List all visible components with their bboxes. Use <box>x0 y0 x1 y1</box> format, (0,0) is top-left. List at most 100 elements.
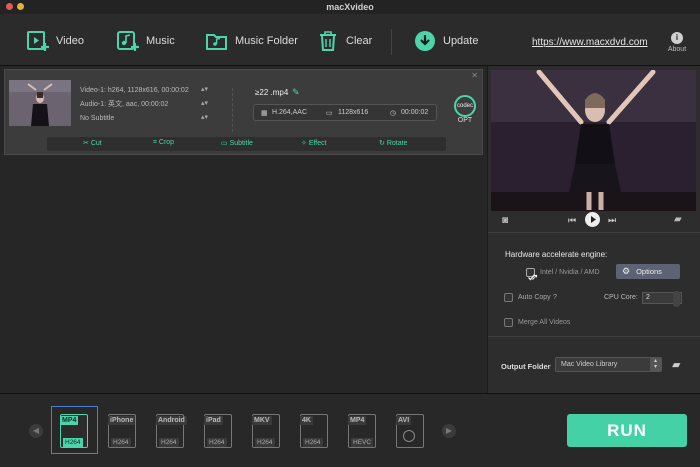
subtitle-track-stepper[interactable]: ▴▾ <box>201 113 208 121</box>
file-item[interactable]: ✕ Video-1: h264, 1128x616, 00:00:02 Audi… <box>4 69 483 155</box>
preview-divider <box>488 232 700 233</box>
audio-track-info: Audio-1: 英文, aac, 00:00:02 <box>80 101 169 108</box>
stepper-icon: ▴ ▾ <box>650 358 661 371</box>
trash-icon <box>316 29 340 53</box>
card-divider <box>232 88 233 132</box>
format-iphone-h264[interactable]: iPhone H264 <box>104 412 140 452</box>
play-icon <box>591 216 596 223</box>
audio-track-stepper[interactable]: ▴▾ <box>201 99 208 107</box>
auto-copy-checkbox[interactable] <box>504 293 513 302</box>
music-folder-icon <box>205 29 229 53</box>
chevron-right-icon: ▶ <box>445 426 453 435</box>
format-ipad-h264[interactable]: iPad H264 <box>200 412 236 452</box>
cut-button[interactable]: ✂ Cut <box>83 139 102 147</box>
browse-folder-icon[interactable]: ▰ <box>672 358 680 371</box>
download-update-icon <box>413 29 437 53</box>
video-preview <box>491 70 696 211</box>
remove-file-icon[interactable]: ✕ <box>471 71 478 80</box>
next-icon[interactable]: ⏭ <box>608 215 616 226</box>
settings-panel: ◙ ⏮ ⏭ ▰ Hardware accelerate engine: Inte… <box>488 66 700 393</box>
crop-button[interactable]: ⌗ Crop <box>153 139 174 147</box>
add-video-label: Video <box>56 35 84 47</box>
resolution-icon: ▭ <box>326 110 333 117</box>
help-icon[interactable]: ? <box>553 294 557 301</box>
clock-icon: ◷ <box>390 110 397 117</box>
subtitle-track-info: No Subtitle <box>80 115 115 122</box>
video-track-stepper[interactable]: ▴▾ <box>201 85 208 93</box>
format-codec: H264 <box>303 438 323 447</box>
codec-gear-icon: codec <box>454 95 476 117</box>
magic-wand-icon: ✧ <box>301 140 309 147</box>
previous-icon[interactable]: ⏮ <box>568 215 576 226</box>
about-label: About <box>667 46 687 53</box>
info-icon: i <box>671 32 683 44</box>
music-folder-label: Music Folder <box>235 35 298 47</box>
add-music-label: Music <box>146 35 175 47</box>
title-bar: macXvideo <box>0 0 700 14</box>
chevron-left-icon: ◀ <box>32 426 40 435</box>
settings-divider <box>488 336 700 337</box>
format-mp4-hevc[interactable]: MP4 HEVC <box>344 412 380 452</box>
add-music-button[interactable]: Music <box>116 28 175 54</box>
cut-label: Cut <box>90 140 102 147</box>
window-title: macXvideo <box>326 2 374 12</box>
update-button[interactable]: Update <box>413 28 478 54</box>
options-button[interactable]: ⚙ Options <box>616 264 680 279</box>
clear-button[interactable]: Clear <box>316 28 372 54</box>
format-name: MKV <box>252 416 272 425</box>
website-link[interactable]: https://www.macxdvd.com <box>532 37 648 48</box>
codec-value: H.264,AAC <box>272 109 308 116</box>
format-name: MP4 <box>60 416 79 425</box>
codec-opt-label: OPT <box>457 117 473 124</box>
rotate-label: Rotate <box>386 140 408 147</box>
scrollbar[interactable] <box>673 291 680 307</box>
format-codec: H264 <box>111 438 131 447</box>
format-codec: H264 <box>255 438 275 447</box>
format-codec: H264 <box>207 438 227 447</box>
scroll-left-button[interactable]: ◀ <box>29 424 43 438</box>
format-avi[interactable]: AVI <box>392 412 428 452</box>
format-mkv-h264[interactable]: MKV H264 <box>248 412 284 452</box>
format-mp4-h264[interactable]: MP4 H264 <box>56 412 92 452</box>
play-button[interactable] <box>585 212 600 227</box>
format-codec: HEVC <box>351 438 374 447</box>
camera-icon[interactable]: ◙ <box>502 215 508 226</box>
rotate-button[interactable]: ↻ Rotate <box>379 139 407 147</box>
rotate-icon: ↻ <box>379 140 387 147</box>
about-button[interactable]: i About <box>664 32 690 53</box>
options-label: Options <box>636 267 662 276</box>
crop-label: Crop <box>158 139 175 146</box>
cpu-core-value: 2 <box>646 294 650 301</box>
merge-videos-checkbox[interactable] <box>504 318 513 327</box>
mouse-cursor-icon: ➚ <box>531 272 539 282</box>
add-video-button[interactable]: Video <box>26 28 84 54</box>
format-name: 4K <box>300 416 313 425</box>
add-video-icon <box>26 29 50 53</box>
subtitle-icon: ▭ <box>221 140 230 147</box>
subtitle-label: Subtitle <box>229 140 253 147</box>
scissors-icon: ✂ <box>83 140 91 147</box>
resolution-value: 1128x616 <box>338 109 369 116</box>
format-4k-h264[interactable]: 4K H264 <box>296 412 332 452</box>
output-folder-select[interactable]: Mac Video Library ▴ ▾ <box>555 357 662 372</box>
player-controls: ◙ ⏮ ⏭ ▰ <box>488 211 700 231</box>
output-filename[interactable]: ≥22 .mp4 <box>255 88 288 97</box>
update-label: Update <box>443 35 479 47</box>
scroll-right-button[interactable]: ▶ <box>442 424 456 438</box>
toolbar-divider <box>391 29 392 55</box>
auto-copy-label: Auto Copy <box>518 294 551 301</box>
video-track-info: Video-1: h264, 1128x616, 00:00:02 <box>80 87 189 94</box>
open-folder-icon[interactable]: ▰ <box>674 214 682 225</box>
duration-value: 00:00:02 <box>401 109 429 116</box>
format-android-h264[interactable]: Android H264 <box>152 412 188 452</box>
gear-icon: ⚙ <box>622 266 631 276</box>
subtitle-button[interactable]: ▭ Subtitle <box>221 139 253 147</box>
merge-videos-label: Merge All Videos <box>518 319 571 326</box>
media-info: Video-1: h264, 1128x616, 00:00:02 Audio-… <box>80 84 210 126</box>
effect-button[interactable]: ✧ Effect <box>301 139 327 147</box>
format-strip: ◀ MP4 H264 iPhone H264 Android H264 iPad… <box>0 393 700 467</box>
codec-options-button[interactable]: codec OPT <box>452 95 478 124</box>
run-button[interactable]: RUN <box>567 414 687 447</box>
music-folder-button[interactable]: Music Folder <box>205 28 298 54</box>
edit-name-icon[interactable]: ✎ <box>292 87 300 98</box>
